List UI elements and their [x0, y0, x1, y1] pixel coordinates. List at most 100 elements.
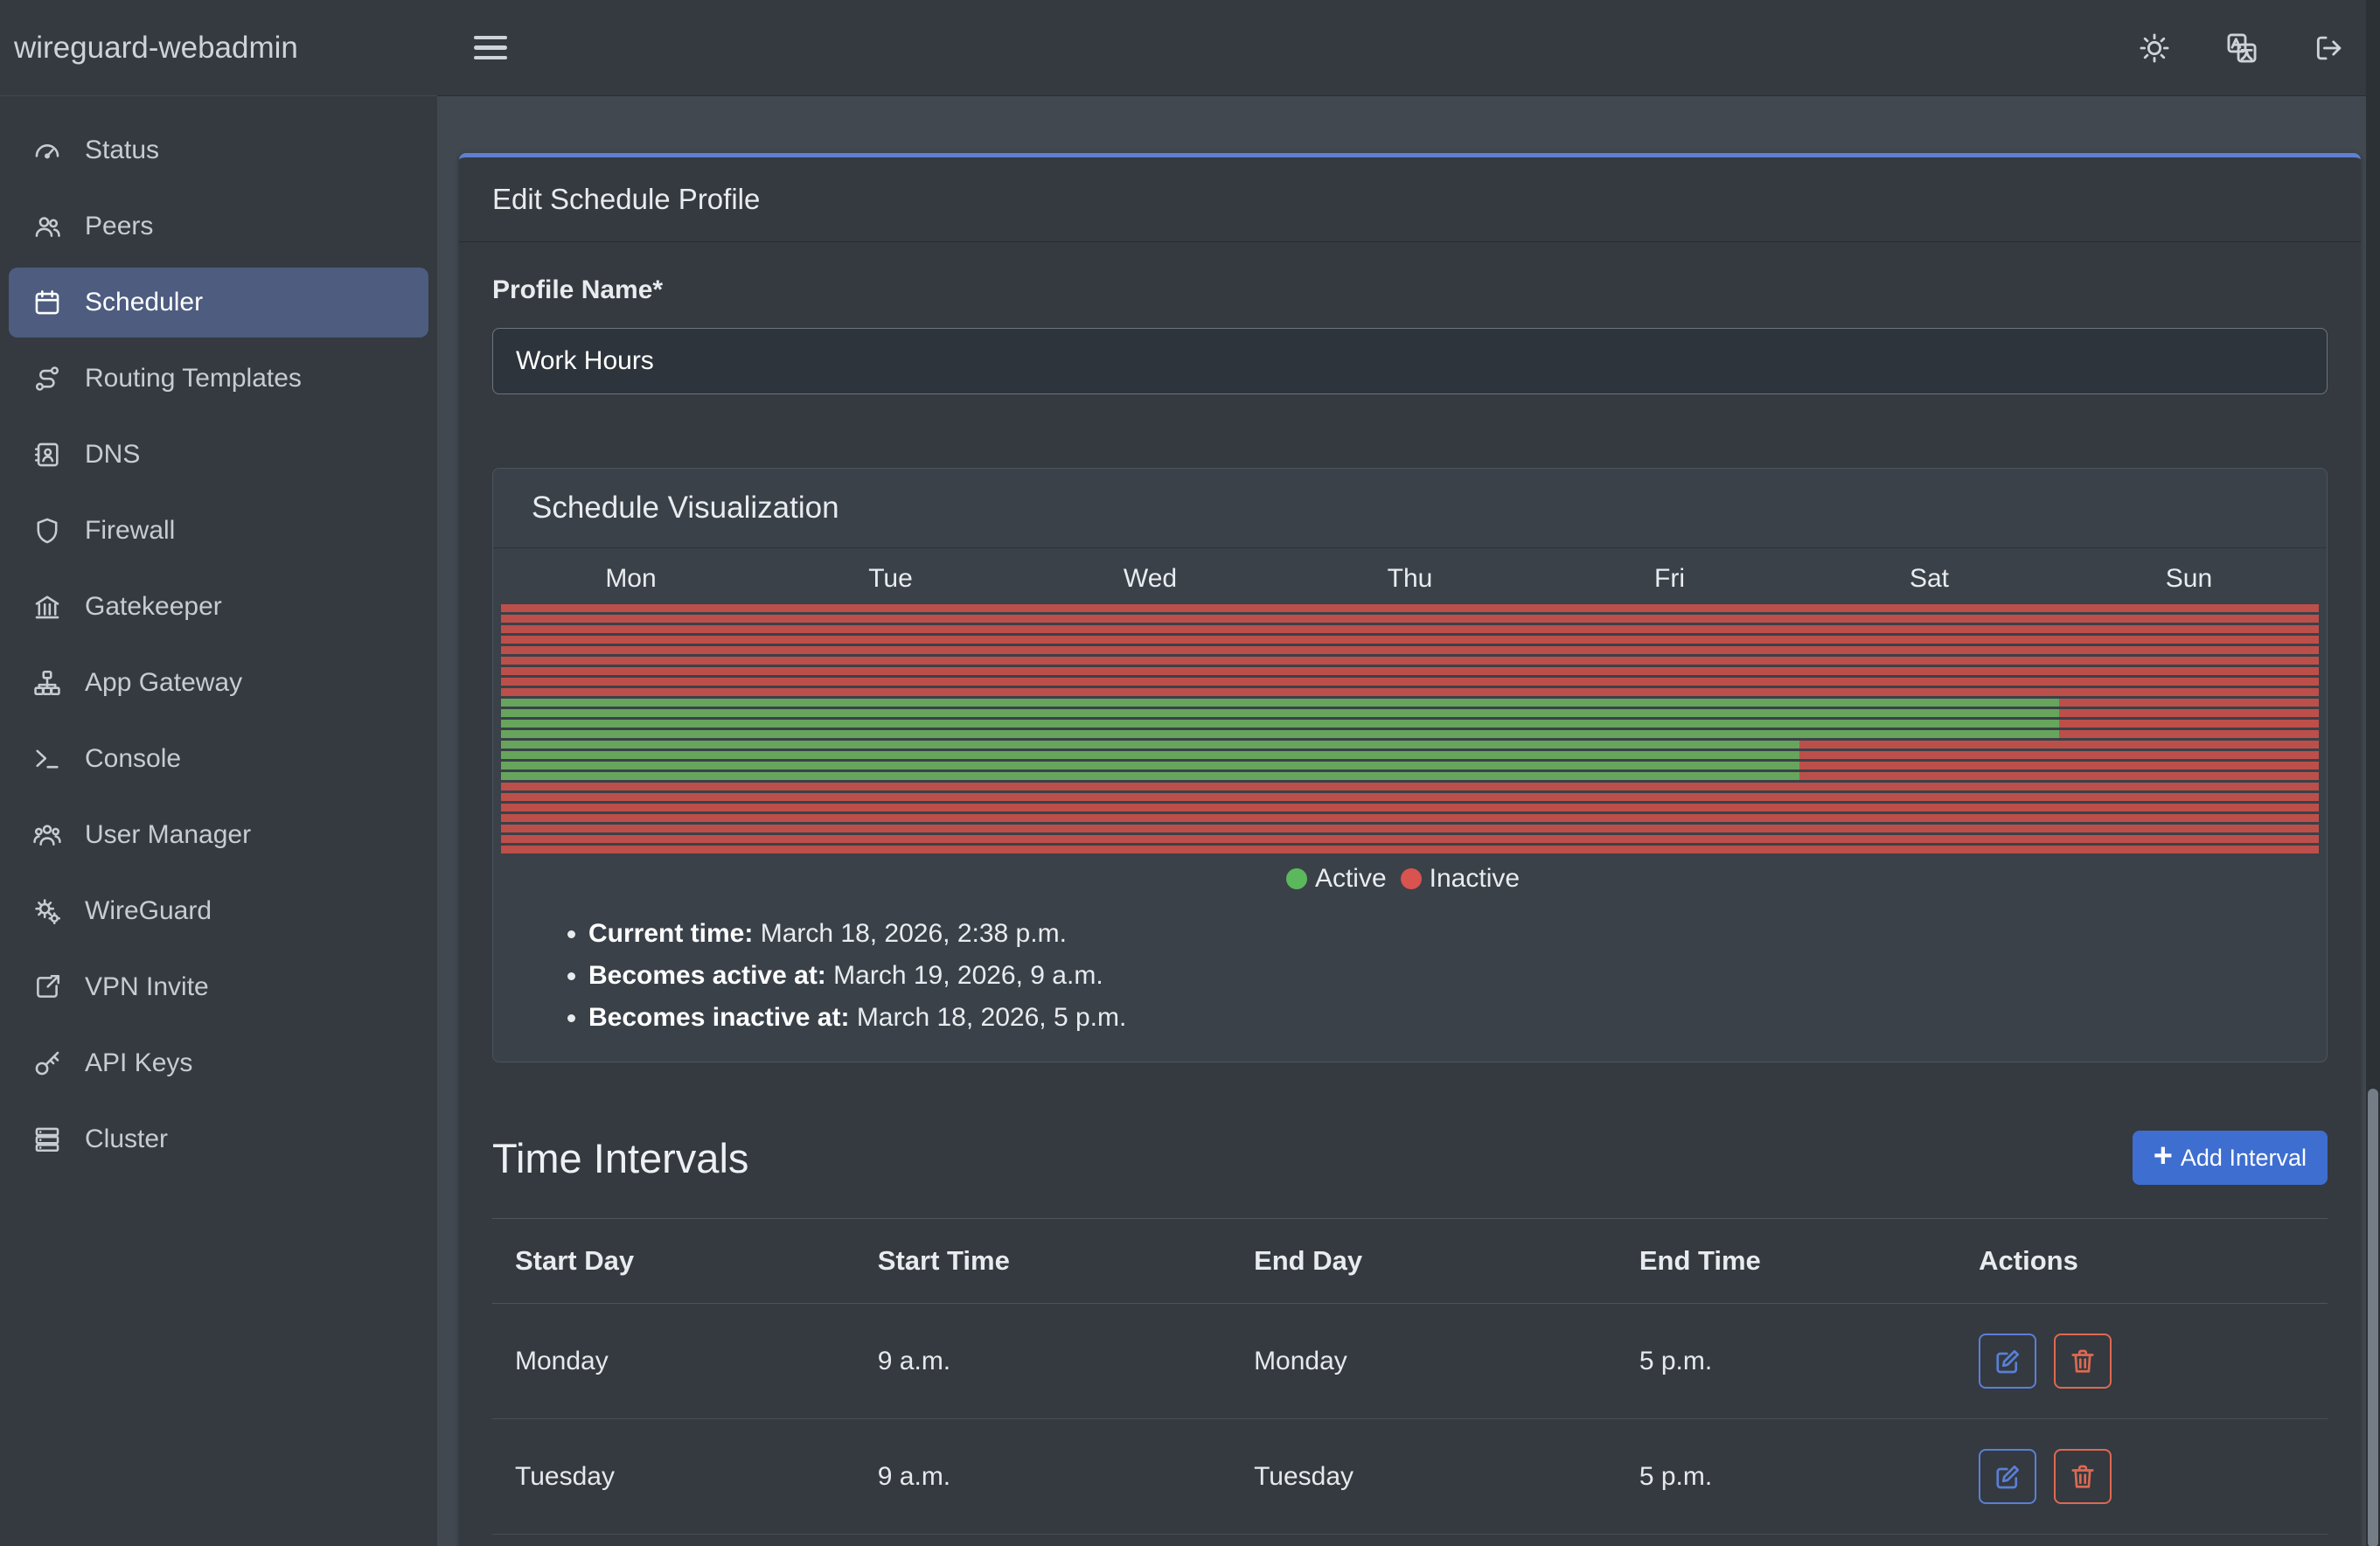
logout-button[interactable]: [2305, 24, 2354, 73]
heatmap-cell: [1540, 835, 1799, 843]
heatmap-cell: [2059, 688, 2319, 696]
sidebar-item-wireguard[interactable]: WireGuard: [9, 876, 428, 946]
app-root: wireguard-webadmin Status Peers Schedule…: [0, 0, 2380, 1546]
language-button[interactable]: [2217, 24, 2266, 73]
heatmap-cell: [1540, 762, 1799, 770]
vertical-scrollbar[interactable]: [2366, 0, 2380, 1546]
scrollbar-thumb[interactable]: [2368, 1089, 2378, 1546]
sidebar-item-console[interactable]: Console: [9, 724, 428, 794]
heatmap-cell: [2059, 667, 2319, 675]
heatmap-cell: [501, 825, 761, 832]
heatmap-cell: [1799, 667, 2059, 675]
heatmap-cell: [2059, 741, 2319, 749]
heatmap-cell: [1280, 646, 1540, 654]
heatmap-cell: [761, 667, 1020, 675]
legend-active-label: Active: [1315, 864, 1387, 894]
card-title: Edit Schedule Profile: [459, 157, 2361, 242]
heatmap-hour-row: [501, 741, 2319, 749]
heatmap-cell: [2059, 720, 2319, 728]
heatmap-cell: [501, 762, 761, 770]
heatmap-cell: [761, 730, 1020, 738]
edit-interval-button[interactable]: [1979, 1334, 2036, 1389]
heatmap-cell: [501, 846, 761, 853]
heatmap-cell: [761, 751, 1020, 759]
current-time-item: Current time: March 18, 2026, 2:38 p.m.: [588, 913, 2319, 955]
heatmap-cell: [1280, 762, 1540, 770]
heatmap-cell: [1280, 678, 1540, 686]
heatmap-cell: [761, 625, 1020, 633]
heatmap-cell: [761, 804, 1020, 811]
add-interval-button[interactable]: + Add Interval: [2133, 1131, 2328, 1185]
sidebar-item-dns[interactable]: DNS: [9, 420, 428, 490]
heatmap-cell: [1020, 604, 1280, 612]
heatmap-cell: [761, 699, 1020, 707]
menu-icon[interactable]: [474, 30, 507, 66]
address-book-icon: [32, 440, 62, 470]
heatmap-cell: [1280, 699, 1540, 707]
heatmap-cell: [501, 730, 761, 738]
delete-interval-button[interactable]: [2054, 1449, 2112, 1504]
heatmap-cell: [1280, 814, 1540, 822]
sidebar-item-peers[interactable]: Peers: [9, 192, 428, 261]
theme-toggle-button[interactable]: [2130, 24, 2179, 73]
heatmap-cell: [501, 688, 761, 696]
heatmap-cell: [2059, 604, 2319, 612]
heatmap-cell: [501, 741, 761, 749]
heatmap-cell: [1799, 636, 2059, 644]
sidebar-item-scheduler[interactable]: Scheduler: [9, 268, 428, 338]
content: Edit Schedule Profile Profile Name* Sche…: [437, 96, 2380, 1546]
sidebar-item-label: Scheduler: [85, 288, 203, 317]
heatmap-cell: [501, 793, 761, 801]
heatmap-hour-row: [501, 772, 2319, 780]
sidebar-item-user-manager[interactable]: User Manager: [9, 800, 428, 870]
delete-interval-button[interactable]: [2054, 1334, 2112, 1389]
heatmap-hour-row: [501, 762, 2319, 770]
brand[interactable]: wireguard-webadmin: [0, 0, 437, 96]
heatmap-cell: [501, 657, 761, 665]
heatmap-cell: [2059, 730, 2319, 738]
heatmap-cell: [1799, 772, 2059, 780]
sidebar-item-gatekeeper[interactable]: Gatekeeper: [9, 572, 428, 642]
heatmap-cell: [1020, 709, 1280, 717]
server-stack-icon: [32, 1125, 62, 1154]
heatmap-cell: [1280, 835, 1540, 843]
heatmap-cell: [761, 772, 1020, 780]
legend-inactive-dot: [1401, 868, 1422, 889]
heatmap-cell: [1799, 709, 2059, 717]
gears-icon: [32, 896, 62, 926]
card-body: Profile Name* Schedule Visualization Mon…: [459, 242, 2361, 1546]
heatmap-cell: [501, 678, 761, 686]
sidebar-item-label: VPN Invite: [85, 972, 209, 1002]
sidebar-item-cluster[interactable]: Cluster: [9, 1104, 428, 1174]
heatmap-cell: [1799, 720, 2059, 728]
heatmap-cell: [761, 783, 1020, 790]
becomes-active-item: Becomes active at: March 19, 2026, 9 a.m…: [588, 955, 2319, 997]
heatmap-cell: [1799, 646, 2059, 654]
heatmap-cell: [1540, 741, 1799, 749]
day-label: Wed: [1020, 564, 1280, 594]
sidebar-item-app-gateway[interactable]: App Gateway: [9, 648, 428, 718]
table-row: Wednesday 9 a.m. Wednesday 5 p.m.: [492, 1535, 2328, 1546]
edit-icon: [1992, 1346, 2023, 1377]
heatmap-hour-row: [501, 625, 2319, 633]
theme-toggle-icon: [2138, 31, 2171, 65]
heatmap-cell: [1020, 741, 1280, 749]
heatmap-cell: [2059, 783, 2319, 790]
heatmap-cell: [1540, 625, 1799, 633]
schedule-info-list: Current time: March 18, 2026, 2:38 p.m. …: [501, 913, 2319, 1039]
edit-interval-button[interactable]: [1979, 1449, 2036, 1504]
sidebar-item-firewall[interactable]: Firewall: [9, 496, 428, 566]
heatmap-cell: [761, 615, 1020, 623]
plus-icon: +: [2154, 1139, 2173, 1173]
sidebar-item-vpn-invite[interactable]: VPN Invite: [9, 952, 428, 1022]
day-label: Mon: [501, 564, 761, 594]
sidebar-item-routing-templates[interactable]: Routing Templates: [9, 344, 428, 414]
heatmap-cell: [1540, 604, 1799, 612]
heatmap-cell: [1799, 741, 2059, 749]
heatmap-cell: [761, 846, 1020, 853]
edit-schedule-card: Edit Schedule Profile Profile Name* Sche…: [459, 153, 2361, 1546]
profile-name-input[interactable]: [492, 328, 2328, 394]
sidebar-item-status[interactable]: Status: [9, 115, 428, 185]
heatmap-cell: [1540, 646, 1799, 654]
sidebar-item-api-keys[interactable]: API Keys: [9, 1028, 428, 1098]
